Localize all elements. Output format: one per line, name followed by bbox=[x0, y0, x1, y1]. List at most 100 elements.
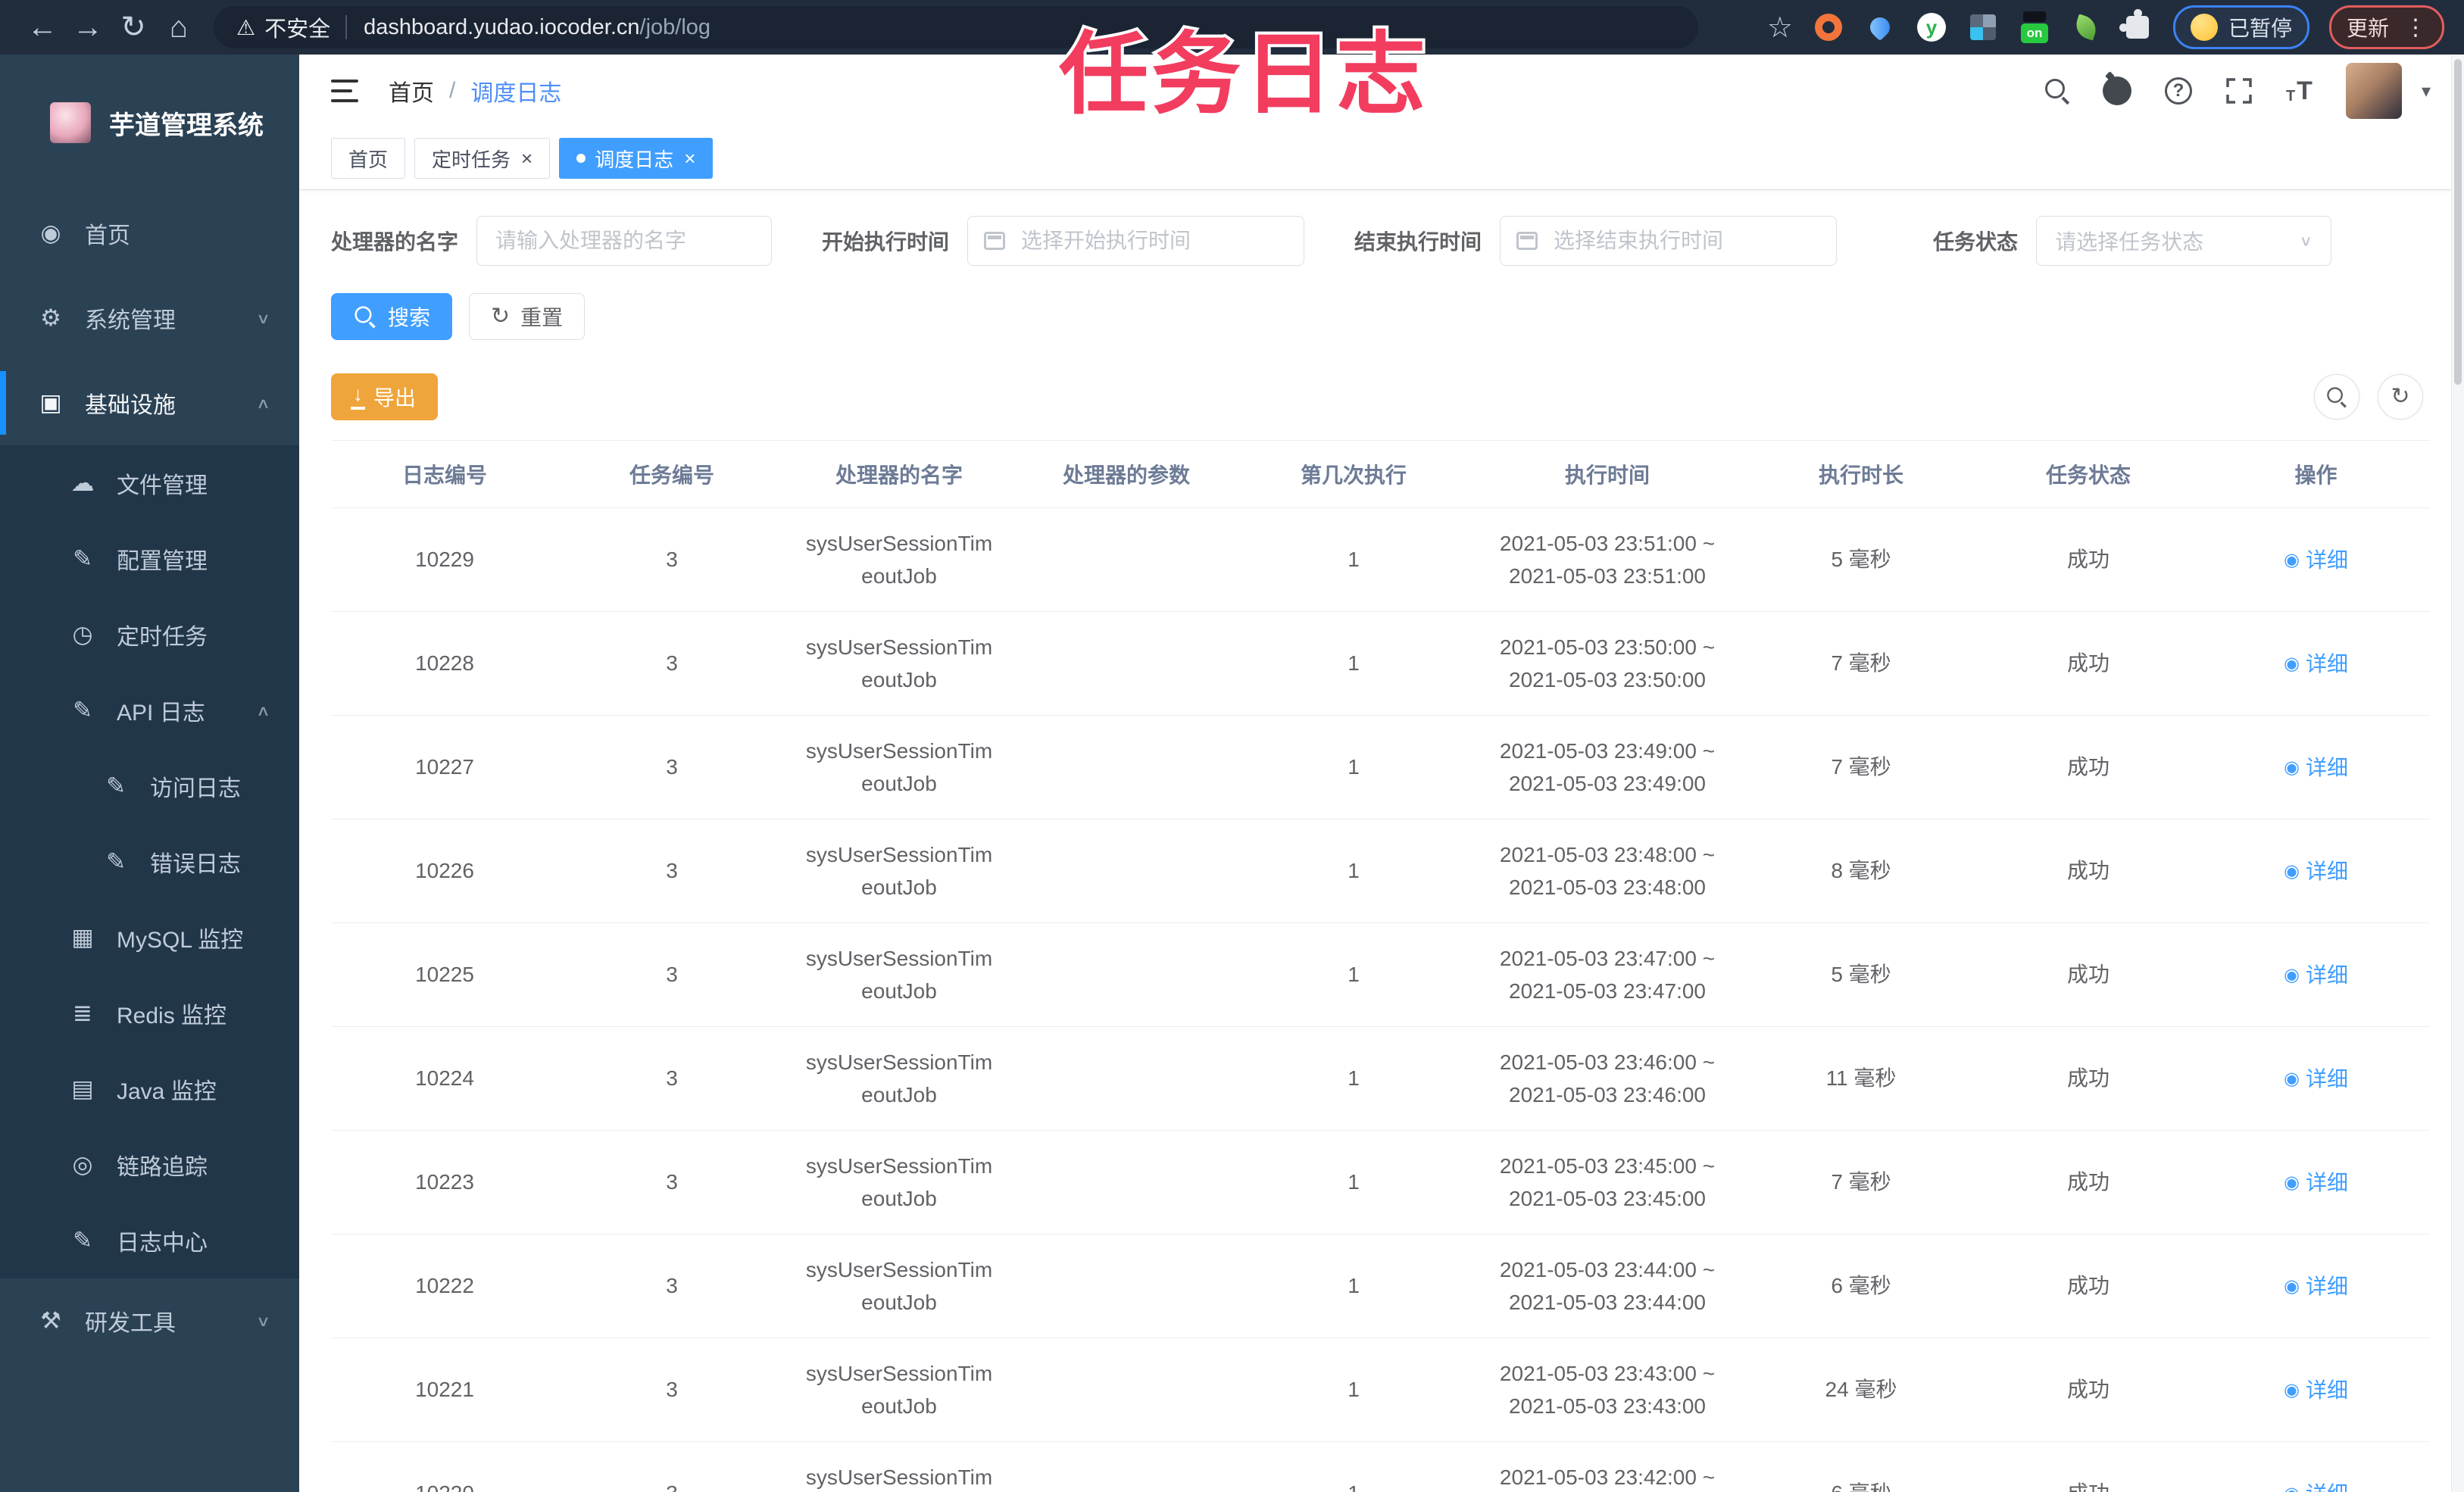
status-text: 成功 bbox=[2066, 1170, 2110, 1194]
cell-duration: 24 毫秒 bbox=[1747, 1337, 1975, 1442]
tab-home[interactable]: 首页 bbox=[331, 138, 406, 179]
table-row[interactable]: 10222 3 sysUserSessionTim eoutJob 1 2021… bbox=[331, 1234, 2430, 1338]
help-icon[interactable]: ? bbox=[2164, 77, 2192, 105]
export-button[interactable]: ↓ 导出 bbox=[331, 373, 439, 420]
address-bar[interactable]: ⚠ 不安全 dashboard.yudao.iocoder.cn/job/log bbox=[214, 6, 1698, 48]
breadcrumb-current[interactable]: 调度日志 bbox=[470, 74, 561, 108]
detail-link[interactable]: ◉ 详细 bbox=[2284, 959, 2348, 991]
table-row[interactable]: 10220 3 sysUserSessionTim eoutJob 1 2021… bbox=[331, 1441, 2430, 1492]
table-row[interactable]: 10228 3 sysUserSessionTim eoutJob 1 2021… bbox=[331, 611, 2430, 716]
log-id: 10221 bbox=[415, 1378, 474, 1402]
table-row[interactable]: 10221 3 sysUserSessionTim eoutJob 1 2021… bbox=[331, 1337, 2430, 1442]
cell-handler-name: sysUserSessionTim eoutJob bbox=[785, 819, 1013, 923]
browser-menu-kebab-icon[interactable]: ⋮ bbox=[2404, 14, 2427, 41]
search-icon[interactable] bbox=[2044, 79, 2069, 103]
cell-job-id: 3 bbox=[558, 1337, 785, 1442]
end-time-input[interactable] bbox=[1500, 216, 1838, 266]
bookmark-star-icon[interactable]: ☆ bbox=[1767, 11, 1793, 45]
extensions-puzzle-icon[interactable] bbox=[2119, 9, 2153, 43]
detail-link[interactable]: ◉ 详细 bbox=[2284, 855, 2348, 888]
extension-drop-icon[interactable] bbox=[1864, 11, 1896, 43]
cell-duration: 7 毫秒 bbox=[1747, 715, 1975, 819]
detail-link[interactable]: ◉ 详细 bbox=[2284, 648, 2348, 680]
tab-scheduled-tasks[interactable]: 定时任务 × bbox=[414, 138, 551, 179]
github-icon[interactable] bbox=[2102, 76, 2131, 105]
fullscreen-icon[interactable] bbox=[2225, 77, 2253, 105]
close-tab-icon[interactable]: × bbox=[684, 148, 695, 168]
detail-link[interactable]: ◉ 详细 bbox=[2284, 751, 2348, 784]
browser-home-icon[interactable]: ⌂ bbox=[156, 5, 201, 50]
monitor-icon: ▣ bbox=[39, 389, 62, 416]
sidebar-item-home[interactable]: ◉ 首页 bbox=[0, 191, 299, 276]
table-row[interactable]: 10229 3 sysUserSessionTim eoutJob 1 2021… bbox=[331, 507, 2430, 612]
sidebar-item-error-logs[interactable]: ✎ 错误日志 bbox=[0, 824, 299, 900]
sidebar-item-system-management[interactable]: ⚙ 系统管理 ∨ bbox=[0, 276, 299, 361]
table-header-row: 日志编号 任务编号 处理器的名字 处理器的参数 第几次执行 执行时间 执行时长 … bbox=[331, 440, 2430, 508]
duration: 7 毫秒 bbox=[1831, 755, 1891, 779]
sidebar-item-api-logs[interactable]: ✎ API 日志 ∧ bbox=[0, 673, 299, 748]
eye-icon: ◉ bbox=[2284, 550, 2300, 571]
sidebar-item-java-monitor[interactable]: ▤ Java 监控 bbox=[0, 1051, 299, 1127]
cell-actions: ◉ 详细 bbox=[2202, 1234, 2430, 1338]
end-time-picker[interactable] bbox=[1500, 216, 1838, 266]
detail-link[interactable]: ◉ 详细 bbox=[2284, 1374, 2348, 1406]
sidebar-item-infrastructure[interactable]: ▣ 基础设施 ∧ bbox=[0, 361, 299, 445]
sidebar-item-scheduled-tasks[interactable]: ◷ 定时任务 bbox=[0, 597, 299, 673]
table-row[interactable]: 10226 3 sysUserSessionTim eoutJob 1 2021… bbox=[331, 819, 2430, 923]
cell-status: 成功 bbox=[1975, 1234, 2202, 1338]
table-row[interactable]: 10225 3 sysUserSessionTim eoutJob 1 2021… bbox=[331, 922, 2430, 1027]
sidebar-item-log-center[interactable]: ✎ 日志中心 bbox=[0, 1203, 299, 1278]
browser-update-chip[interactable]: 更新 ⋮ bbox=[2328, 5, 2444, 49]
sidebar-item-mysql-monitor[interactable]: ▦ MySQL 监控 bbox=[0, 900, 299, 975]
table-row[interactable]: 10224 3 sysUserSessionTim eoutJob 1 2021… bbox=[331, 1026, 2430, 1131]
log-id: 10228 bbox=[415, 651, 474, 676]
hamburger-icon[interactable] bbox=[331, 80, 358, 102]
close-tab-icon[interactable]: × bbox=[521, 148, 532, 168]
chevron-up-icon: ∧ bbox=[255, 394, 270, 411]
not-secure-label[interactable]: 不安全 bbox=[264, 11, 330, 43]
sidebar-item-config-management[interactable]: ✎ 配置管理 bbox=[0, 521, 299, 597]
browser-back-icon[interactable]: ← bbox=[20, 5, 65, 50]
detail-link[interactable]: ◉ 详细 bbox=[2284, 1478, 2348, 1492]
detail-link-label: 详细 bbox=[2305, 1378, 2348, 1403]
avatar-caret-icon[interactable]: ▾ bbox=[2422, 80, 2431, 102]
handler-name: sysUserSessionTim eoutJob bbox=[786, 838, 1012, 904]
sidebar-item-access-logs[interactable]: ✎ 访问日志 bbox=[0, 748, 299, 824]
detail-link[interactable]: ◉ 详细 bbox=[2284, 1063, 2348, 1095]
browser-forward-icon[interactable]: → bbox=[65, 5, 111, 50]
extension-on-icon[interactable]: on bbox=[2019, 11, 2050, 43]
search-button[interactable]: 搜索 bbox=[331, 293, 453, 340]
detail-link[interactable]: ◉ 详细 bbox=[2284, 544, 2348, 576]
toggle-search-button[interactable] bbox=[2314, 374, 2359, 420]
table-row[interactable]: 10227 3 sysUserSessionTim eoutJob 1 2021… bbox=[331, 715, 2430, 819]
breadcrumb-home[interactable]: 首页 bbox=[389, 74, 434, 108]
scrollbar-thumb[interactable] bbox=[2454, 59, 2462, 385]
reset-button[interactable]: ↻ 重置 bbox=[469, 293, 586, 340]
begin-time-input[interactable] bbox=[967, 216, 1305, 266]
exec-time: 2021-05-03 23:45:00 ~ 2021-05-03 23:45:0… bbox=[1468, 1150, 1747, 1216]
browser-reload-icon[interactable]: ↻ bbox=[111, 5, 156, 50]
extension-leaf-icon[interactable] bbox=[2070, 11, 2102, 43]
calendar-icon bbox=[1516, 232, 1538, 250]
cell-actions: ◉ 详细 bbox=[2202, 1441, 2430, 1492]
sidebar-item-trace[interactable]: ◎ 链路追踪 bbox=[0, 1127, 299, 1203]
user-avatar[interactable] bbox=[2345, 63, 2402, 119]
filter-label: 任务状态 bbox=[1933, 230, 2019, 254]
sidebar-item-dev-tools[interactable]: ⚒ 研发工具 ∨ bbox=[0, 1278, 299, 1363]
begin-time-picker[interactable] bbox=[967, 216, 1305, 266]
sidebar-item-redis-monitor[interactable]: ≣ Redis 监控 bbox=[0, 975, 299, 1051]
status-select[interactable]: 请选择任务状态 ∨ bbox=[2036, 216, 2332, 266]
detail-link[interactable]: ◉ 详细 bbox=[2284, 1166, 2348, 1199]
extension-ring-icon[interactable] bbox=[1813, 11, 1844, 43]
profile-paused-chip[interactable]: 已暂停 bbox=[2172, 5, 2309, 49]
extension-y-icon[interactable]: y bbox=[1916, 11, 1947, 43]
detail-link[interactable]: ◉ 详细 bbox=[2284, 1270, 2348, 1303]
table-row[interactable]: 10223 3 sysUserSessionTim eoutJob 1 2021… bbox=[331, 1130, 2430, 1234]
extension-grid-icon[interactable] bbox=[1967, 11, 1999, 43]
sidebar-logo[interactable]: 芋道管理系统 bbox=[0, 55, 299, 191]
handler-name-input[interactable] bbox=[476, 216, 773, 266]
refresh-table-button[interactable]: ↻ bbox=[2378, 374, 2423, 420]
tab-job-log[interactable]: 调度日志 × bbox=[559, 138, 714, 179]
text-size-icon[interactable]: T T bbox=[2286, 78, 2313, 104]
sidebar-item-file-management[interactable]: ☁ 文件管理 bbox=[0, 445, 299, 521]
